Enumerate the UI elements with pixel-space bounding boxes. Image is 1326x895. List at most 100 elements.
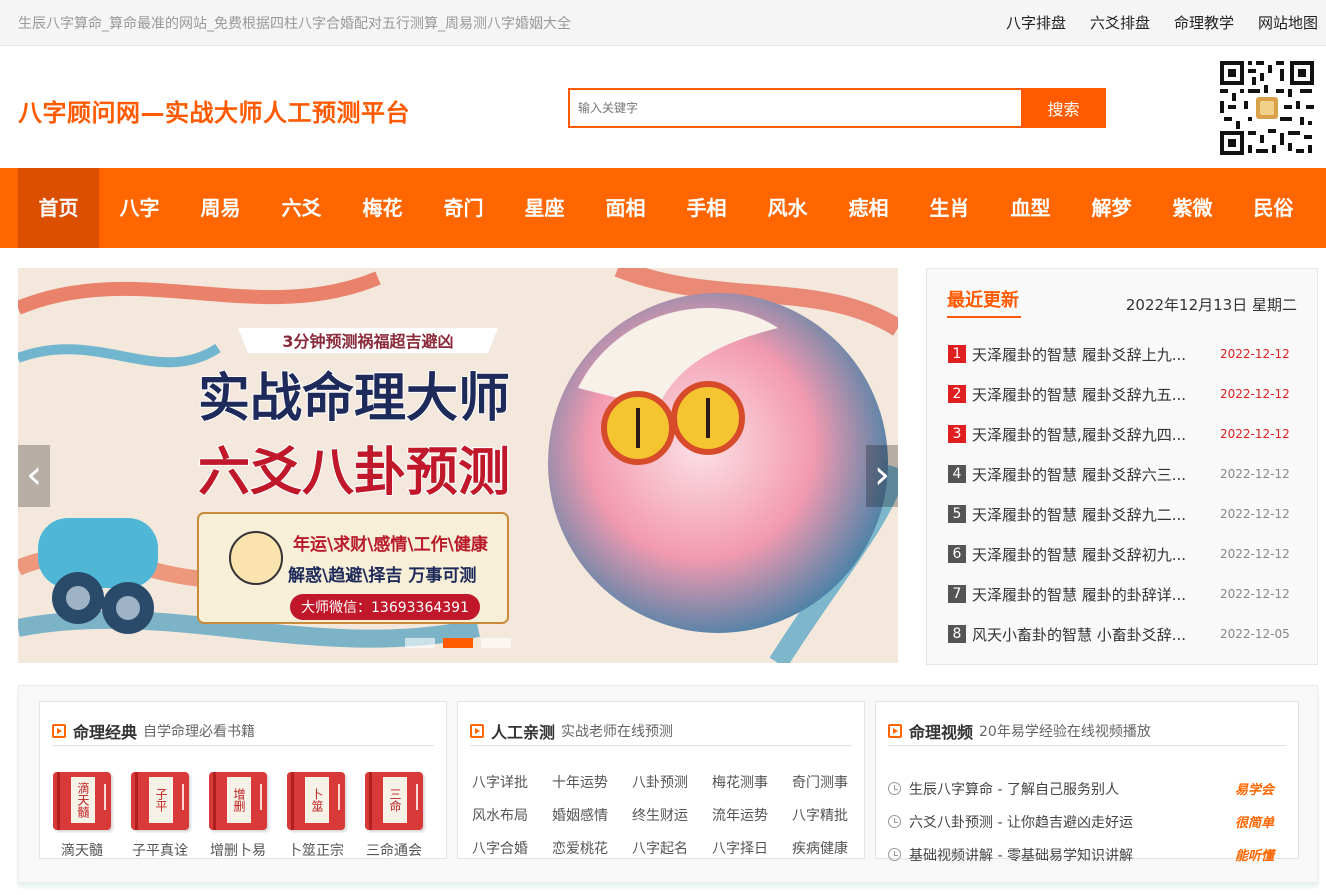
search-button[interactable]: 搜索	[1021, 88, 1106, 128]
top-link-teaching[interactable]: 命理教学	[1174, 12, 1234, 33]
videos-box: 命理视频 20年易学经验在线视频播放 生辰八字算命 - 了解自己服务别人 易学会六…	[875, 701, 1299, 864]
consult-link[interactable]: 八字合婚	[472, 840, 552, 859]
qr-code	[1218, 59, 1316, 157]
nav-item-liuyao[interactable]: 六爻	[261, 168, 342, 248]
nav-item-ziwei[interactable]: 紫微	[1152, 168, 1233, 248]
book-item[interactable]: 增删 增删卜易	[208, 772, 268, 860]
consult-title[interactable]: 人工亲测	[491, 719, 555, 743]
videos-title[interactable]: 命理视频	[909, 719, 973, 743]
consult-link[interactable]: 八字详批	[472, 774, 552, 793]
recent-update-item[interactable]: 7 天泽履卦的智慧 履卦的卦辞详... 2022-12-12	[948, 574, 1298, 614]
play-icon	[52, 723, 66, 738]
consult-link[interactable]: 八字起名	[632, 840, 712, 859]
recent-update-item[interactable]: 5 天泽履卦的智慧 履卦爻辞九二... 2022-12-12	[948, 494, 1298, 534]
clock-icon	[888, 815, 901, 828]
article-title[interactable]: 天泽履卦的智慧,履卦爻辞九四...	[972, 424, 1202, 445]
nav-item-mianxiang[interactable]: 面相	[585, 168, 666, 248]
video-item[interactable]: 基础视频讲解 - 零基础易学知识讲解 能听懂	[888, 838, 1274, 871]
consult-links: 八字详批 十年运势 八卦预测 梅花测事 奇门测事风水布局 婚姻感情 终生财运 流年运势 八字精批…	[472, 774, 872, 859]
site-description: 生辰八字算命_算命最准的网站_免费根据四柱八字合婚配对五行测算_周易测八字婚姻大…	[18, 16, 571, 32]
article-date: 2022-12-12	[1220, 387, 1290, 401]
article-title[interactable]: 天泽履卦的智慧 履卦爻辞初九...	[972, 544, 1202, 565]
recent-update-item[interactable]: 3 天泽履卦的智慧,履卦爻辞九四... 2022-12-12	[948, 414, 1298, 454]
nav-item-home[interactable]: 首页	[18, 168, 99, 248]
classics-title[interactable]: 命理经典	[73, 719, 137, 743]
consult-link[interactable]: 恋爱桃花	[552, 840, 632, 859]
consult-link[interactable]: 八卦预测	[632, 774, 712, 793]
recent-update-item[interactable]: 1 天泽履卦的智慧 履卦爻辞上九... 2022-12-12	[948, 334, 1298, 374]
recent-update-item[interactable]: 6 天泽履卦的智慧 履卦爻辞初九... 2022-12-12	[948, 534, 1298, 574]
article-title[interactable]: 天泽履卦的智慧 履卦爻辞九五...	[972, 384, 1202, 405]
video-item[interactable]: 六爻八卦预测 - 让你趋吉避凶走好运 很简单	[888, 805, 1274, 838]
main-nav: 首页 八字 周易 六爻 梅花 奇门 星座 面相 手相 风水 痣相 生肖 血型 解…	[0, 168, 1326, 248]
book-name[interactable]: 卜筮正宗	[286, 840, 346, 860]
recent-update-item[interactable]: 8 风天小畜卦的智慧 小畜卦爻辞... 2022-12-05	[948, 614, 1298, 654]
book-decoration	[416, 784, 418, 810]
consult-link[interactable]: 流年运势	[712, 807, 792, 826]
book-cover-icon[interactable]: 增删	[209, 772, 267, 830]
book-item[interactable]: 滴天髓 滴天髓	[52, 772, 112, 860]
nav-item-shengxiao[interactable]: 生肖	[909, 168, 990, 248]
book-item[interactable]: 卜筮 卜筮正宗	[286, 772, 346, 860]
nav-item-qimen[interactable]: 奇门	[423, 168, 504, 248]
video-item[interactable]: 生辰八字算命 - 了解自己服务别人 易学会	[888, 772, 1274, 805]
nav-item-xingzuo[interactable]: 星座	[504, 168, 585, 248]
article-date: 2022-12-12	[1220, 427, 1290, 441]
nav-item-jiemeng[interactable]: 解梦	[1071, 168, 1152, 248]
book-list: 滴天髓 滴天髓 子平 子平真诠 增删 增删卜易 卜筮 卜筮正宗 三命 三命通会	[52, 772, 424, 860]
recent-update-item[interactable]: 2 天泽履卦的智慧 履卦爻辞九五... 2022-12-12	[948, 374, 1298, 414]
consult-link[interactable]: 十年运势	[552, 774, 632, 793]
article-title[interactable]: 天泽履卦的智慧 履卦爻辞九二...	[972, 504, 1202, 525]
consult-link[interactable]: 疾病健康	[792, 840, 872, 859]
nav-item-zhouyi[interactable]: 周易	[180, 168, 261, 248]
consult-link[interactable]: 风水布局	[472, 807, 552, 826]
book-decoration	[182, 784, 184, 810]
banner-dot-2[interactable]	[443, 638, 473, 648]
book-name[interactable]: 增删卜易	[208, 840, 268, 860]
nav-item-meihua[interactable]: 梅花	[342, 168, 423, 248]
banner-next-arrow[interactable]: ›	[866, 445, 898, 507]
search-input[interactable]	[568, 88, 1021, 128]
article-title[interactable]: 天泽履卦的智慧 履卦爻辞六三...	[972, 464, 1202, 485]
banner-slide[interactable]: 3分钟预测祸福超吉避凶 实战命理大师 六爻八卦预测 年运\求财\感情\工作\健康…	[18, 268, 898, 663]
consult-link[interactable]: 婚姻感情	[552, 807, 632, 826]
video-title[interactable]: 六爻八卦预测 - 让你趋吉避凶走好运	[909, 812, 1133, 832]
recent-update-item[interactable]: 4 天泽履卦的智慧 履卦爻辞六三... 2022-12-12	[948, 454, 1298, 494]
video-title[interactable]: 基础视频讲解 - 零基础易学知识讲解	[909, 845, 1133, 865]
book-cover-icon[interactable]: 三命	[365, 772, 423, 830]
consult-link[interactable]: 梅花测事	[712, 774, 792, 793]
video-tag: 能听懂	[1234, 849, 1274, 864]
consult-link[interactable]: 八字精批	[792, 807, 872, 826]
nav-item-shouxiang[interactable]: 手相	[666, 168, 747, 248]
article-title[interactable]: 天泽履卦的智慧 履卦爻辞上九...	[972, 344, 1202, 365]
classics-box: 命理经典 自学命理必看书籍 滴天髓 滴天髓 子平 子平真诠 增删 增删卜易 卜筮 卜筮正宗 三命…	[39, 701, 447, 859]
play-icon	[888, 723, 902, 738]
video-title[interactable]: 生辰八字算命 - 了解自己服务别人	[909, 779, 1119, 799]
banner-dot-3[interactable]	[481, 638, 511, 648]
book-cover-icon[interactable]: 子平	[131, 772, 189, 830]
nav-item-bazi[interactable]: 八字	[99, 168, 180, 248]
book-item[interactable]: 三命 三命通会	[364, 772, 424, 860]
banner-prev-arrow[interactable]: ‹	[18, 445, 50, 507]
site-logo[interactable]: 八字顾问网—实战大师人工预测平台	[18, 93, 410, 128]
book-name[interactable]: 三命通会	[364, 840, 424, 860]
book-cover-icon[interactable]: 滴天髓	[53, 772, 111, 830]
nav-item-xuexing[interactable]: 血型	[990, 168, 1071, 248]
banner-illustration: 3分钟预测祸福超吉避凶 实战命理大师 六爻八卦预测 年运\求财\感情\工作\健康…	[18, 268, 898, 663]
book-name[interactable]: 滴天髓	[52, 840, 112, 860]
nav-item-fengshui[interactable]: 风水	[747, 168, 828, 248]
nav-item-minsu[interactable]: 民俗	[1233, 168, 1314, 248]
article-title[interactable]: 天泽履卦的智慧 履卦的卦辞详...	[972, 584, 1202, 605]
banner-dot-1[interactable]	[405, 638, 435, 648]
consult-link[interactable]: 八字择日	[712, 840, 792, 859]
book-item[interactable]: 子平 子平真诠	[130, 772, 190, 860]
top-link-sitemap[interactable]: 网站地图	[1258, 12, 1318, 33]
book-cover-icon[interactable]: 卜筮	[287, 772, 345, 830]
nav-item-zhixiang[interactable]: 痣相	[828, 168, 909, 248]
article-title[interactable]: 风天小畜卦的智慧 小畜卦爻辞...	[972, 624, 1202, 645]
consult-link[interactable]: 奇门测事	[792, 774, 872, 793]
top-link-bazi-chart[interactable]: 八字排盘	[1006, 12, 1066, 33]
book-name[interactable]: 子平真诠	[130, 840, 190, 860]
top-link-liuyao-chart[interactable]: 六爻排盘	[1090, 12, 1150, 33]
consult-link[interactable]: 终生财运	[632, 807, 712, 826]
